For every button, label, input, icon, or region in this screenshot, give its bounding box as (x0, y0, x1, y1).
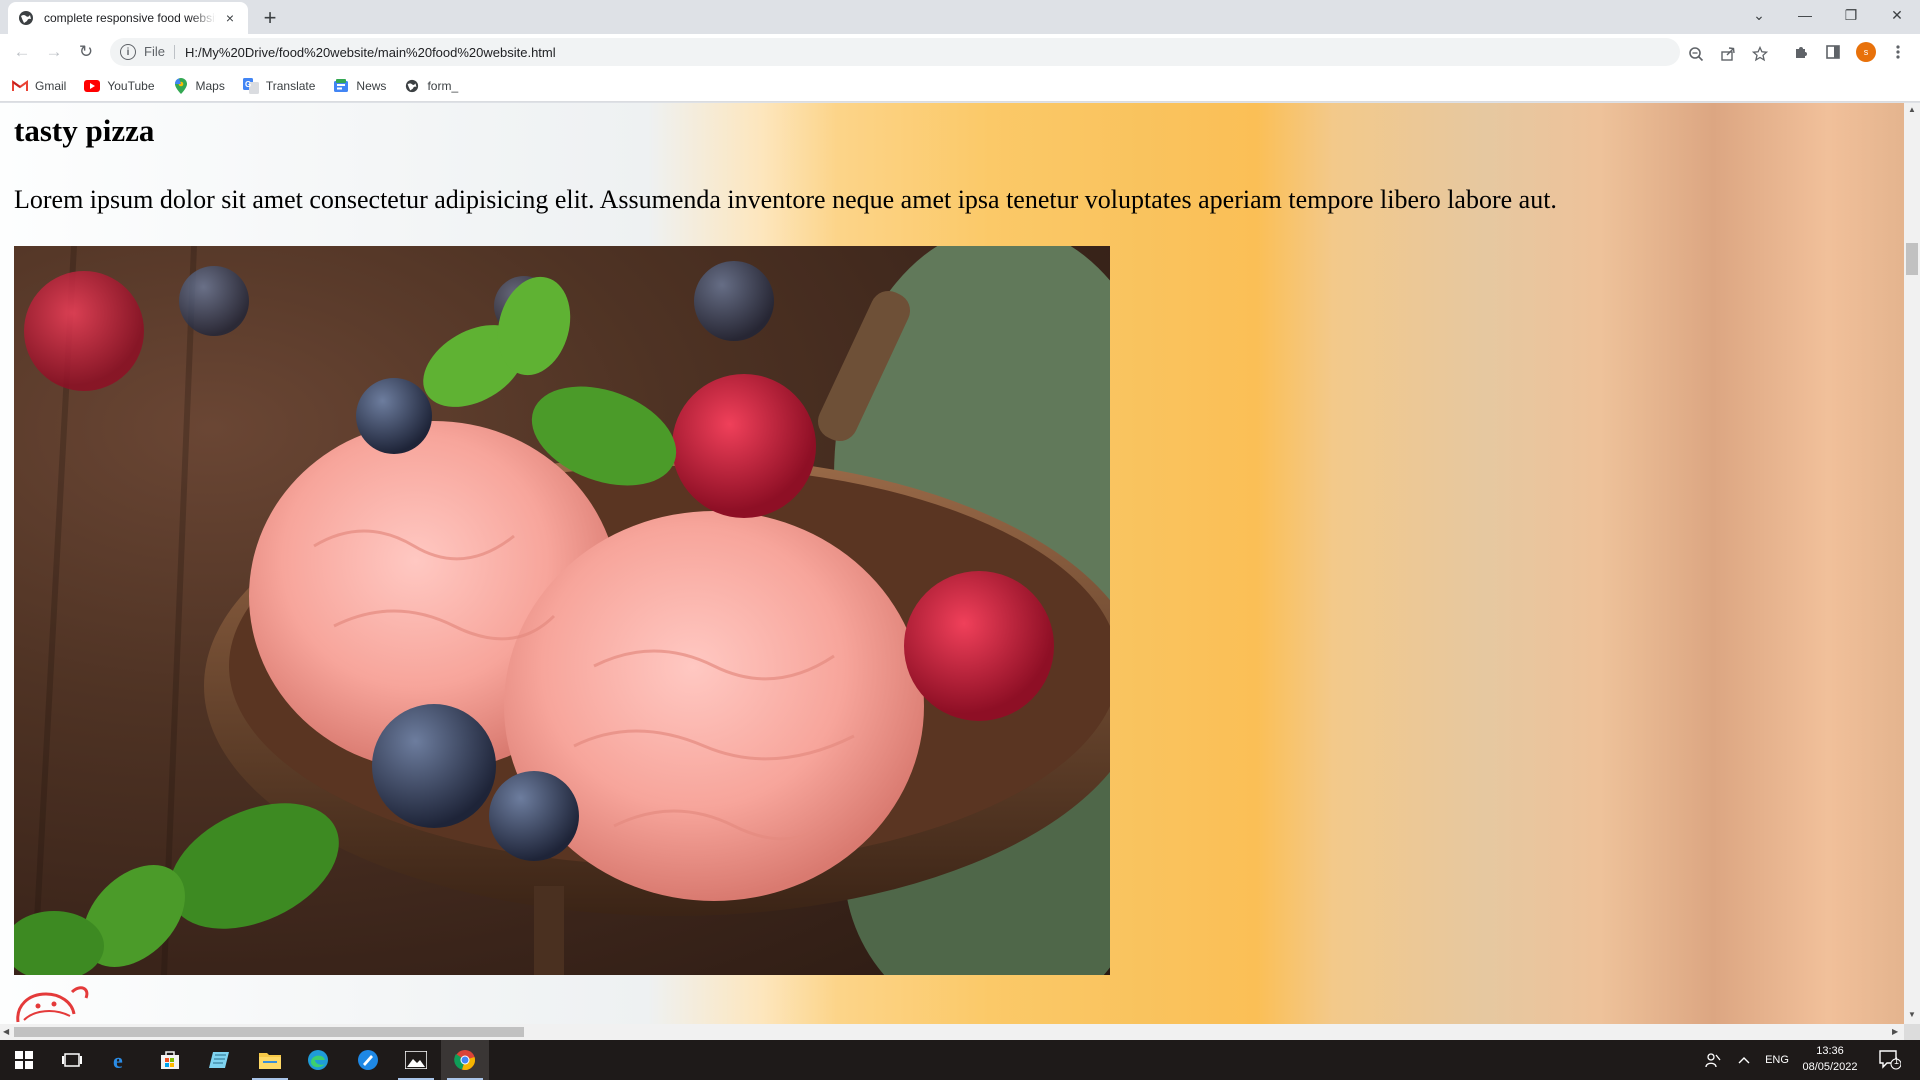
language-indicator[interactable]: ENG (1760, 1040, 1794, 1080)
clock-date: 08/05/2022 (1802, 1061, 1858, 1073)
maps-icon (173, 77, 189, 94)
page-viewport: tasty pizza Lorem ipsum dolor sit amet c… (0, 103, 1904, 1024)
bookmark-star-icon[interactable] (1750, 44, 1770, 64)
browser-toolbar: ← → ↻ i File H:/My%20Drive/food%20websit… (0, 34, 1920, 70)
page-heading: tasty pizza (14, 113, 155, 148)
clock-time: 13:36 (1816, 1045, 1844, 1057)
notification-count: 1 (1894, 1056, 1900, 1066)
new-tab-button[interactable]: + (258, 6, 282, 30)
clock[interactable]: 13:36 08/05/2022 (1796, 1043, 1864, 1075)
store-icon[interactable] (146, 1040, 194, 1080)
file-label: File (144, 45, 175, 59)
extensions-icon[interactable] (1789, 40, 1813, 64)
chevron-up-icon[interactable] (1734, 1040, 1754, 1080)
reload-button[interactable]: ↻ (74, 40, 98, 64)
side-panel-icon[interactable] (1821, 40, 1845, 64)
bookmark-translate[interactable]: G Translate (242, 77, 316, 94)
page-paragraph: Lorem ipsum dolor sit amet consectetur a… (14, 185, 1557, 214)
bookmark-label: Maps (195, 78, 225, 93)
vertical-scrollbar[interactable] (1904, 103, 1920, 1024)
ice-cream-bowl-photo (14, 246, 1110, 975)
vertical-scroll-thumb[interactable] (1906, 243, 1918, 275)
minimize-button[interactable]: — (1782, 0, 1828, 30)
zoom-icon[interactable] (1686, 44, 1706, 64)
globe-icon (404, 78, 420, 94)
news-icon (333, 78, 349, 94)
address-bar[interactable]: i File H:/My%20Drive/food%20website/main… (110, 38, 1768, 66)
bookmarks-bar: Gmail YouTube Maps G Translate News form… (0, 70, 1920, 102)
translate-icon: G (242, 77, 259, 94)
bookmark-maps[interactable]: Maps (173, 77, 225, 94)
file-explorer-icon[interactable] (246, 1040, 294, 1080)
info-icon[interactable]: i (120, 44, 136, 60)
bookmark-label: form_ (427, 78, 459, 93)
scroll-down-icon[interactable]: ▼ (1908, 1010, 1916, 1019)
tab-search-button[interactable]: ⌄ (1736, 0, 1782, 30)
people-icon[interactable] (1700, 1040, 1726, 1080)
horizontal-scroll-thumb[interactable] (14, 1027, 524, 1037)
close-window-button[interactable]: ✕ (1874, 0, 1920, 30)
task-view-icon[interactable] (48, 1040, 96, 1080)
gmail-icon (12, 78, 28, 94)
bookmark-label: Gmail (35, 78, 67, 93)
share-icon[interactable] (1718, 44, 1738, 64)
photos-app-icon[interactable] (344, 1040, 392, 1080)
svg-text:e: e (113, 1049, 123, 1071)
bookmark-gmail[interactable]: Gmail (12, 78, 66, 94)
scroll-up-icon[interactable]: ▲ (1908, 105, 1916, 114)
notification-center-icon[interactable]: 1 (1872, 1040, 1908, 1080)
edge-icon[interactable] (294, 1040, 342, 1080)
bookmark-label: News (356, 78, 387, 93)
bookmark-youtube[interactable]: YouTube (84, 78, 155, 94)
bookmark-label: Translate (265, 78, 316, 93)
close-tab-icon[interactable]: × (222, 10, 238, 26)
bookmark-news[interactable]: News (333, 78, 386, 94)
svg-text:G: G (245, 80, 251, 89)
logo-icon (14, 980, 94, 1024)
scroll-left-icon[interactable]: ◀ (3, 1027, 9, 1036)
bookmark-form[interactable]: form_ (404, 78, 458, 94)
windows-taskbar: e ENG 13:36 08/05/2022 1 (0, 1040, 1920, 1080)
chrome-icon[interactable] (441, 1040, 489, 1080)
photos-icon[interactable] (392, 1040, 440, 1080)
youtube-icon (84, 78, 101, 94)
tab-strip: complete responsive food website × + ⌄ —… (0, 0, 1920, 34)
scrollbar-corner (1904, 1024, 1920, 1040)
forward-button[interactable]: → (42, 40, 66, 64)
menu-icon[interactable] (1886, 40, 1910, 64)
back-button[interactable]: ← (10, 40, 34, 64)
internet-explorer-icon[interactable]: e (98, 1040, 146, 1080)
bookmark-label: YouTube (107, 78, 155, 93)
url-text[interactable]: H:/My%20Drive/food%20website/main%20food… (185, 45, 556, 60)
browser-tab[interactable]: complete responsive food website × (8, 2, 248, 34)
restore-button[interactable]: ❐ (1828, 0, 1874, 30)
notepad-icon[interactable] (196, 1040, 244, 1080)
globe-icon (18, 10, 34, 26)
windows-start-icon[interactable] (0, 1040, 48, 1080)
tab-title: complete responsive food website (44, 11, 216, 25)
scroll-right-icon[interactable]: ▶ (1892, 1027, 1898, 1036)
profile-avatar[interactable]: s (1856, 42, 1876, 62)
